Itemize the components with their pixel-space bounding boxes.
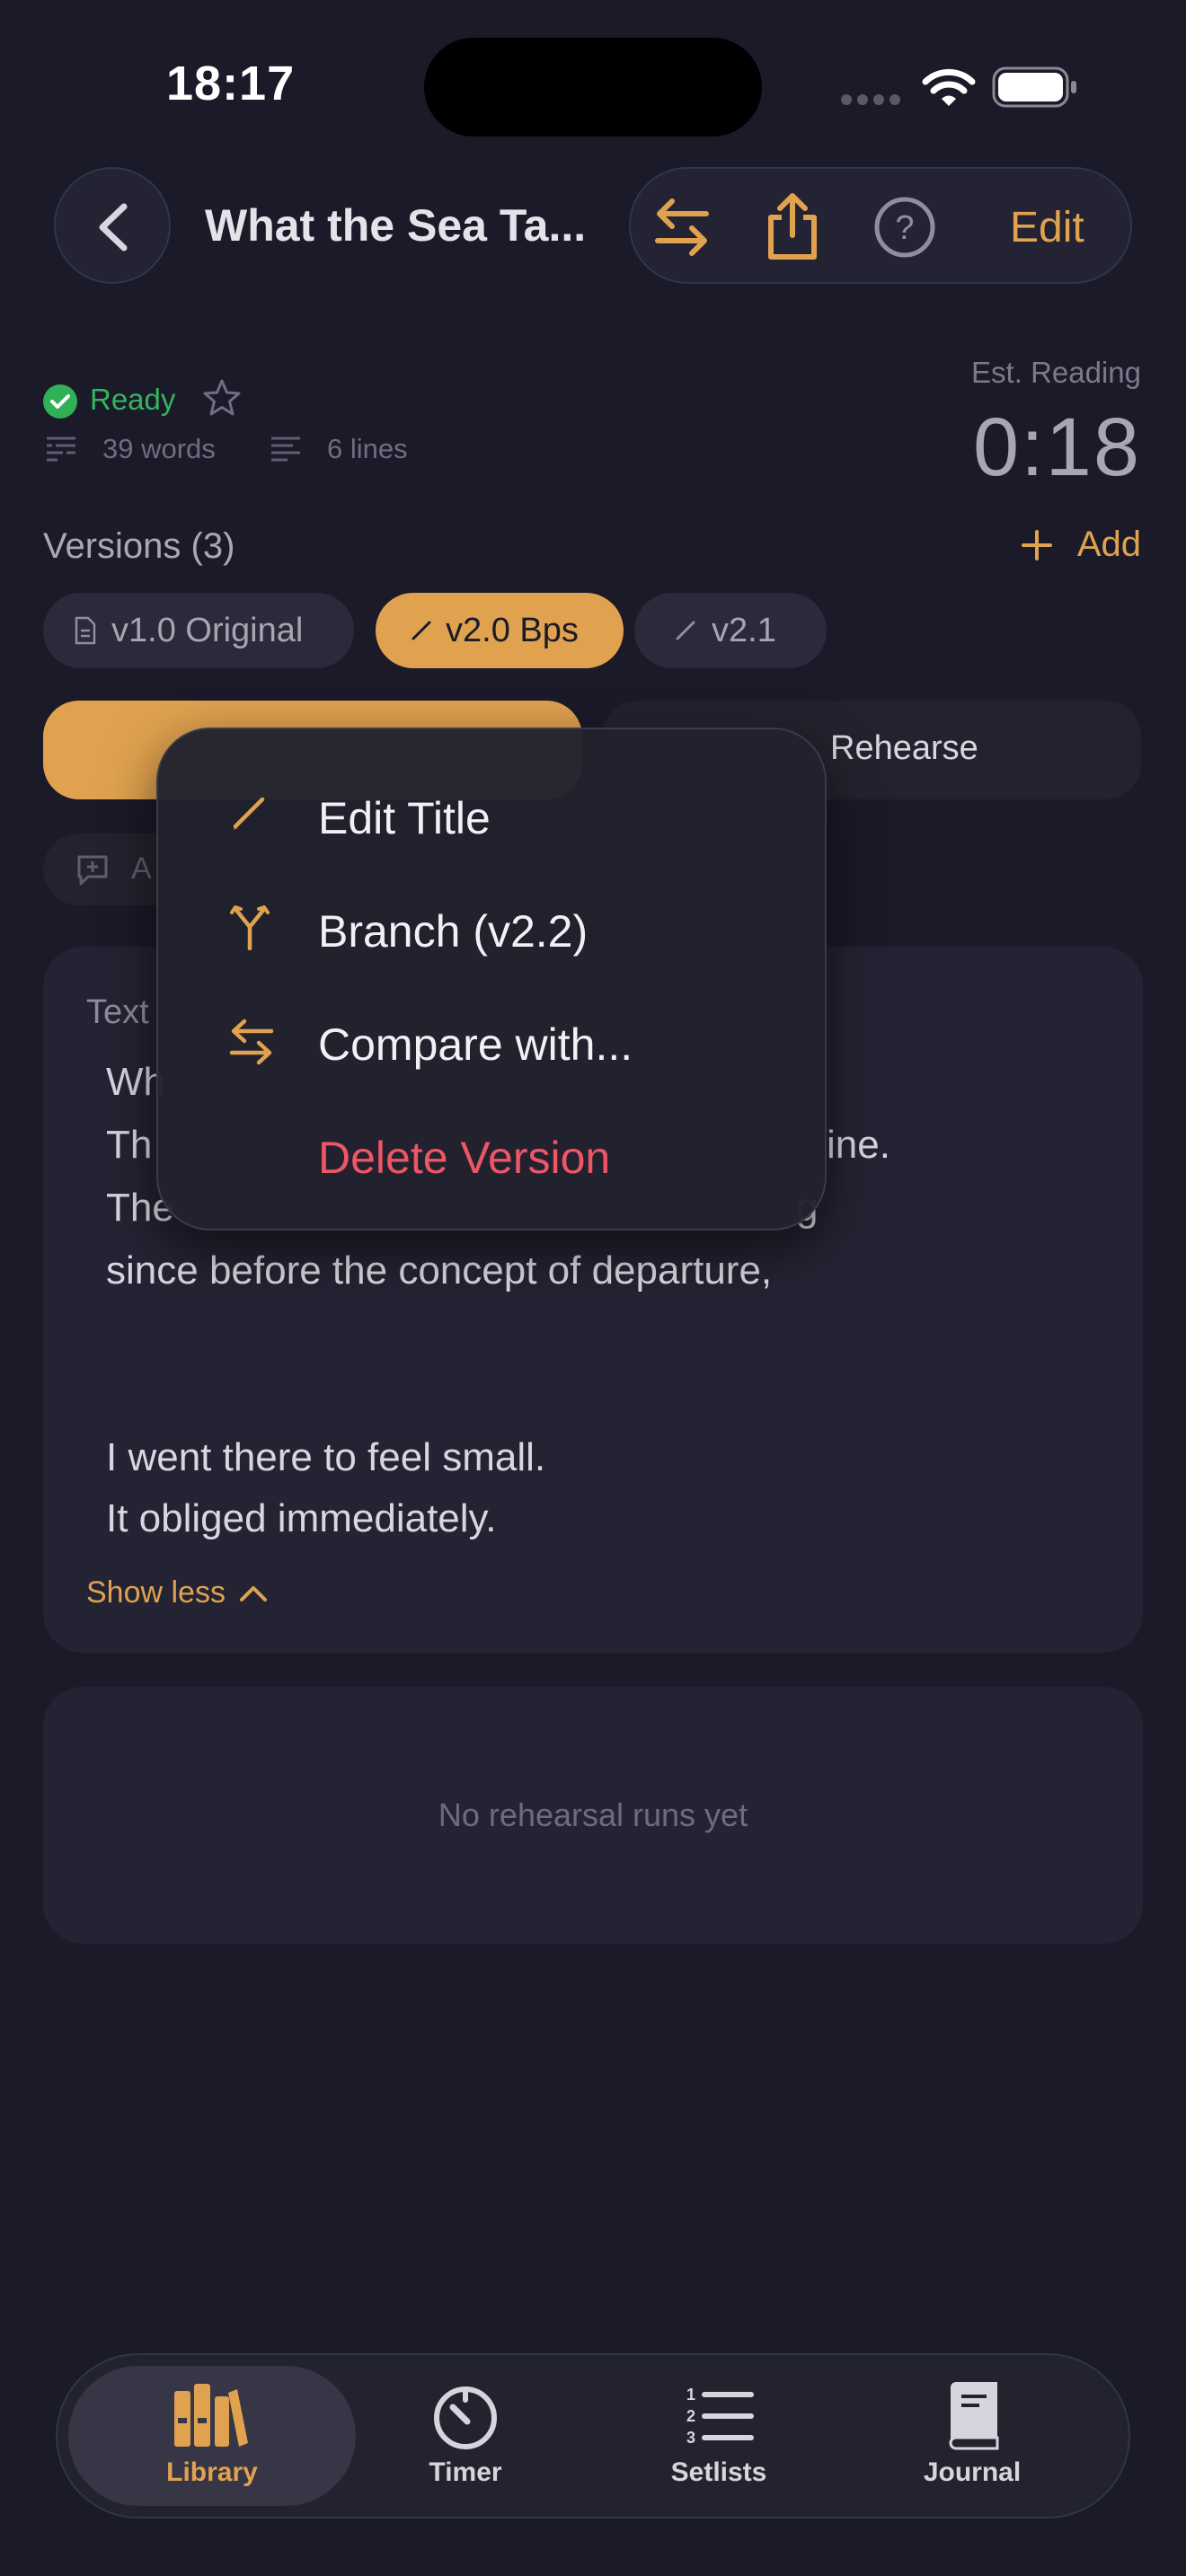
text-section-label: Text: [86, 993, 149, 1031]
word-count: 39 words: [102, 433, 216, 464]
help-icon[interactable]: ?: [873, 196, 936, 259]
menu-item-delete-version[interactable]: Delete Version: [158, 1096, 825, 1209]
chevron-left-icon: [99, 203, 128, 251]
rehearse-label: Rehearse: [830, 729, 978, 767]
add-note-label: A: [131, 851, 152, 886]
back-button[interactable]: [54, 167, 171, 284]
svg-text:?: ?: [895, 209, 914, 247]
menu-item-label: Compare with...: [318, 1019, 633, 1070]
compare-arrows-icon: [229, 1019, 274, 1065]
version-chip-v2-0[interactable]: v2.0 Bps: [376, 593, 624, 668]
cellular-signal-icon: [841, 93, 900, 106]
menu-item-label: Branch (v2.2): [318, 906, 589, 957]
tab-label: Journal: [923, 2457, 1022, 2487]
text-line: It obliged immediately.: [106, 1496, 497, 1540]
ready-check-icon: [43, 384, 77, 419]
plus-icon: [1021, 529, 1052, 560]
est-reading-value: 0:18: [972, 401, 1141, 493]
journal-icon: [949, 2382, 999, 2450]
pencil-icon: [233, 797, 265, 830]
note-plus-icon: [77, 855, 108, 886]
compare-arrows-icon[interactable]: [651, 196, 713, 259]
version-chip-label: v2.0 Bps: [446, 611, 579, 649]
chevron-up-icon: [239, 1585, 267, 1601]
tab-timer[interactable]: [431, 2384, 500, 2450]
status-badge: Ready: [90, 383, 176, 416]
empty-runs-text: No rehearsal runs yet: [438, 1796, 748, 1833]
version-context-menu: Edit Title Branch (v2.2) Compare with...…: [156, 728, 827, 1231]
show-less-button[interactable]: Show less: [86, 1575, 269, 1610]
versions-title: Versions (3): [43, 526, 235, 566]
menu-item-label: Delete Version: [318, 1133, 611, 1183]
word-count-icon: [45, 435, 77, 463]
add-version-label: Add: [1076, 525, 1141, 564]
text-line-tail: ine.: [827, 1123, 890, 1167]
text-line: I went there to feel small.: [106, 1435, 546, 1479]
battery-icon: [992, 66, 1078, 108]
menu-item-label: Edit Title: [318, 793, 491, 843]
svg-text:2: 2: [686, 2407, 695, 2425]
text-line: Th: [106, 1123, 153, 1167]
document-icon: [75, 616, 96, 645]
tab-label: Setlists: [670, 2457, 767, 2487]
menu-item-branch[interactable]: Branch (v2.2): [158, 869, 825, 983]
timer-icon: [434, 2386, 497, 2449]
pencil-icon: [412, 621, 431, 640]
menu-item-edit-title[interactable]: Edit Title: [158, 756, 825, 869]
version-chip-v1-0[interactable]: v1.0 Original: [43, 593, 354, 668]
tab-journal[interactable]: [945, 2380, 1001, 2450]
tab-label: Timer: [429, 2457, 502, 2487]
text-line: since before the concept of departure,: [106, 1248, 773, 1292]
tab-label: Library: [166, 2457, 258, 2487]
est-reading-label: Est. Reading: [971, 356, 1141, 389]
wifi-icon: [922, 66, 976, 110]
branch-icon: [230, 905, 270, 950]
version-chip-label: v2.1: [712, 611, 776, 649]
books-icon: [173, 2382, 250, 2448]
favorite-star-icon[interactable]: [201, 377, 243, 419]
edit-button[interactable]: Edit: [1010, 203, 1084, 252]
version-chip-label: v1.0 Original: [111, 611, 304, 649]
toolbar: ? Edit: [629, 167, 1132, 284]
line-count-icon: [270, 435, 302, 463]
status-time: 18:17: [166, 57, 296, 110]
page-title: What the Sea Ta...: [205, 200, 587, 251]
line-count: 6 lines: [327, 433, 408, 464]
add-version-button[interactable]: Add: [1021, 525, 1141, 565]
show-less-label: Show less: [86, 1575, 226, 1610]
share-icon[interactable]: [764, 192, 821, 260]
dynamic-island: [424, 38, 762, 137]
svg-text:3: 3: [686, 2429, 695, 2445]
menu-item-compare[interactable]: Compare with...: [158, 983, 825, 1096]
svg-text:1: 1: [686, 2386, 695, 2404]
numbered-list-icon: 1 2 3: [686, 2386, 754, 2445]
version-chip-v2-1[interactable]: v2.1: [634, 593, 827, 668]
tab-setlists[interactable]: 1 2 3: [685, 2384, 755, 2445]
pencil-icon: [676, 621, 695, 640]
